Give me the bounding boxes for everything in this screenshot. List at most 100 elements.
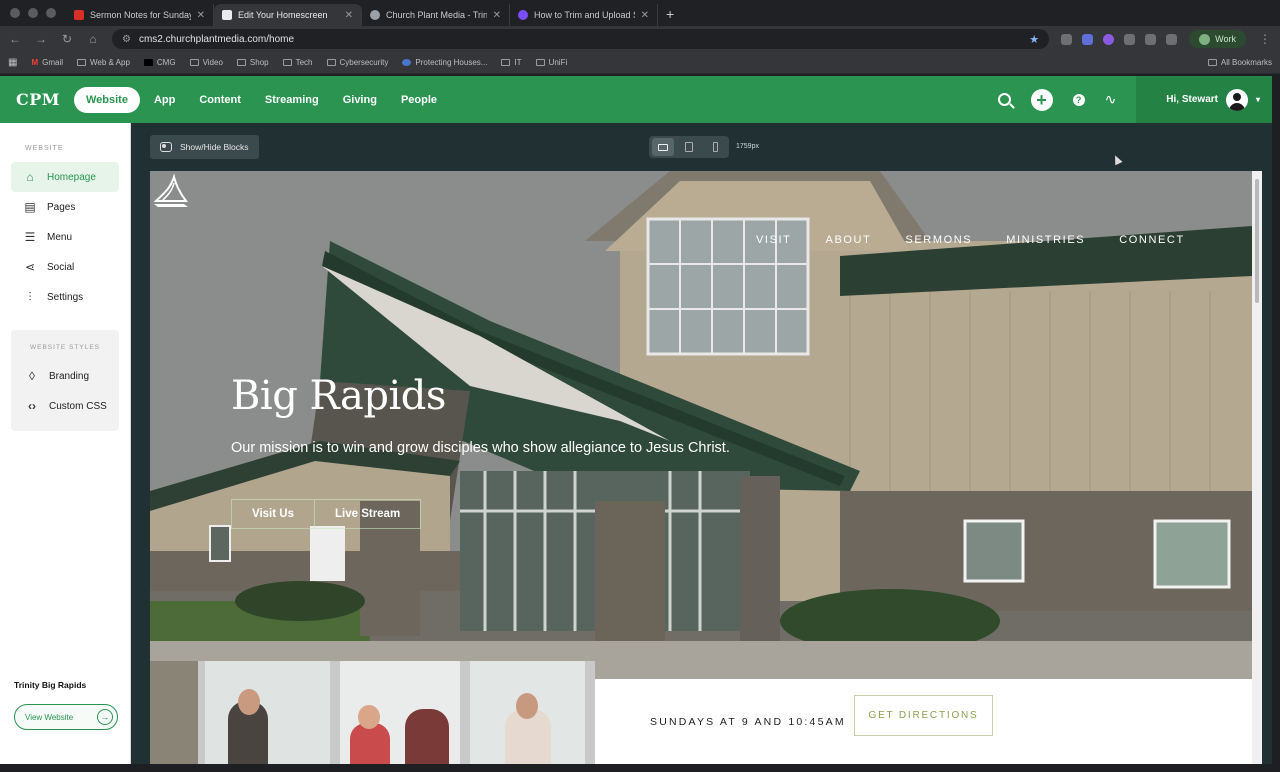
kebab-menu-icon[interactable]: ⋮ [1258, 32, 1272, 46]
bookmark-item[interactable]: Protecting Houses... [402, 58, 487, 67]
phone-view-button[interactable] [704, 138, 726, 156]
bookmark-item[interactable]: M Gmail [31, 58, 63, 67]
hero-title: Big Rapids [231, 373, 446, 419]
folder-icon [1207, 59, 1217, 66]
tab-title: How to Trim and Upload Serm [534, 10, 635, 20]
site-nav-sermons[interactable]: SERMONS [905, 234, 972, 246]
puzzle-icon[interactable] [1124, 33, 1136, 45]
sidebar-item-label: Menu [47, 231, 73, 243]
close-tab-icon[interactable]: ✕ [345, 10, 353, 21]
website-preview[interactable]: VISIT ABOUT SERMONS MINISTRIES CONNECT B… [150, 171, 1262, 764]
browser-tab[interactable]: Church Plant Media - Trinity B ✕ [362, 4, 510, 26]
desktop-view-button[interactable] [652, 138, 674, 156]
bookmark-item[interactable]: CMG [143, 58, 176, 67]
bookmark-folder[interactable]: IT [501, 58, 522, 67]
sidebar-item-label: Settings [47, 291, 84, 303]
browser-tab-active[interactable]: Edit Your Homescreen ✕ [214, 4, 362, 26]
help-icon[interactable]: ? [1072, 93, 1085, 106]
sidebar-item-label: Branding [49, 370, 90, 382]
bookmark-folder[interactable]: Cybersecurity [326, 58, 388, 67]
extension-icon[interactable] [1103, 33, 1115, 45]
forward-arrow-icon[interactable]: → [34, 32, 48, 46]
close-tab-icon[interactable]: ✕ [493, 10, 501, 21]
church-logo-icon[interactable] [150, 171, 190, 211]
back-arrow-icon[interactable]: ← [8, 32, 22, 46]
photo-person [350, 723, 390, 764]
droplet-icon: ◊ [29, 369, 35, 383]
tablet-view-button[interactable] [678, 138, 700, 156]
profile-button[interactable]: Work [1189, 30, 1246, 48]
viewport-width-label: 1759px [736, 143, 759, 150]
help-favicon-icon [518, 10, 528, 20]
extension-icon[interactable] [1082, 33, 1094, 45]
download-icon[interactable] [1166, 33, 1178, 45]
extension-icon[interactable] [1061, 33, 1073, 45]
sidebar-item-social[interactable]: ⋖ Social [11, 252, 119, 282]
nav-website[interactable]: Website [73, 86, 140, 113]
photo-person-head [516, 693, 538, 719]
cpm-logo[interactable]: CPM [0, 90, 74, 109]
site-info-icon[interactable]: ⚙ [122, 34, 131, 45]
sidebar-list: ⌂ Homepage ▤ Pages ☰ Menu ⋖ Social ⫶ Set… [0, 162, 130, 312]
bookmark-folder[interactable]: Shop [236, 58, 269, 67]
reload-icon[interactable]: ↻ [60, 32, 74, 46]
search-icon[interactable] [997, 93, 1011, 106]
bookmark-folder[interactable]: Tech [282, 58, 313, 67]
site-nav-about[interactable]: ABOUT [826, 234, 872, 246]
mouse-cursor-icon [1111, 153, 1123, 166]
add-icon[interactable]: + [1030, 88, 1053, 111]
nav-content[interactable]: Content [189, 87, 251, 113]
scrollbar-thumb[interactable] [1255, 179, 1259, 303]
browser-tab[interactable]: Sermon Notes for Sunday 9.1 ✕ [66, 4, 214, 26]
live-stream-button[interactable]: Live Stream [314, 499, 422, 529]
show-hide-blocks-button[interactable]: Show/Hide Blocks [150, 135, 259, 159]
visit-us-button[interactable]: Visit Us [231, 499, 315, 529]
sidebar-item-homepage[interactable]: ⌂ Homepage [11, 162, 119, 192]
user-greeting: Hi, Stewart [1166, 94, 1218, 105]
browser-tab[interactable]: How to Trim and Upload Serm ✕ [510, 4, 658, 26]
sidebar-item-label: Social [47, 261, 75, 273]
service-times: SUNDAYS AT 9 AND 10:45AM [650, 716, 846, 728]
site-nav-connect[interactable]: CONNECT [1119, 234, 1185, 246]
bookmark-folder[interactable]: UniFi [535, 58, 567, 67]
home-icon[interactable]: ⌂ [86, 32, 100, 46]
sidebar-item-settings[interactable]: ⫶ Settings [11, 282, 119, 312]
photo-stone-wall [150, 661, 198, 764]
user-menu[interactable]: Hi, Stewart ▾ [1136, 76, 1272, 123]
address-bar[interactable]: ⚙ cms2.churchplantmedia.com/home ★ [112, 29, 1050, 49]
church-building-photo [150, 171, 1252, 679]
folder-icon [77, 59, 87, 66]
bookmark-star-icon[interactable]: ★ [1029, 33, 1039, 46]
browser-tab-strip: Sermon Notes for Sunday 9.1 ✕ Edit Your … [0, 0, 1280, 26]
activity-icon[interactable]: ∿ [1105, 91, 1117, 108]
all-bookmarks[interactable]: All Bookmarks [1207, 58, 1272, 67]
people-photo [150, 661, 595, 764]
sidepanel-icon[interactable] [1145, 33, 1157, 45]
view-website-button[interactable]: View Website → [14, 704, 118, 730]
sidebar-item-pages[interactable]: ▤ Pages [11, 192, 119, 222]
nav-app[interactable]: App [144, 87, 185, 113]
window-controls[interactable] [0, 8, 66, 26]
preview-scrollbar[interactable] [1252, 171, 1262, 764]
photo-person-head [238, 689, 260, 715]
sidebar-item-custom-css[interactable]: ‹› Custom CSS [11, 391, 119, 421]
folder-icon [501, 59, 511, 66]
pages-icon: ▤ [24, 200, 36, 214]
bookmark-folder[interactable]: Web & App [77, 58, 130, 67]
nav-people[interactable]: People [391, 87, 447, 113]
get-directions-button[interactable]: GET DIRECTIONS [854, 695, 993, 736]
nav-giving[interactable]: Giving [333, 87, 387, 113]
sidebar-item-menu[interactable]: ☰ Menu [11, 222, 119, 252]
site-nav-visit[interactable]: VISIT [756, 234, 792, 246]
close-tab-icon[interactable]: ✕ [641, 10, 649, 21]
apps-grid-icon[interactable]: ▦ [8, 57, 17, 68]
sidebar-item-branding[interactable]: ◊ Branding [11, 361, 119, 391]
new-tab-button[interactable]: + [658, 6, 682, 26]
site-nav-ministries[interactable]: MINISTRIES [1006, 234, 1085, 246]
folder-icon [326, 59, 336, 66]
nav-streaming[interactable]: Streaming [255, 87, 329, 113]
bookmark-folder[interactable]: Video [189, 58, 223, 67]
cms-main-nav: Website App Content Streaming Giving Peo… [73, 86, 447, 113]
view-website-label: View Website [25, 712, 74, 722]
close-tab-icon[interactable]: ✕ [197, 10, 205, 21]
